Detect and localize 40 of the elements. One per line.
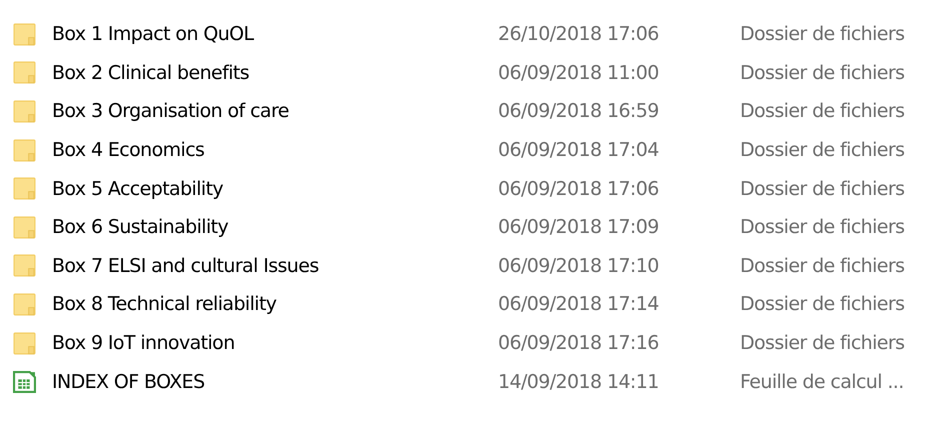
- file-name[interactable]: Box 4 Economics: [52, 139, 498, 162]
- modified-date: 06/09/2018 16:59: [498, 100, 660, 122]
- spreadsheet-icon: [13, 370, 36, 394]
- folder-icon: [13, 216, 36, 239]
- folder-icon: [13, 332, 36, 355]
- file-type: Dossier de fichiers: [740, 23, 906, 46]
- file-name[interactable]: Box 3 Organisation of care: [52, 100, 498, 122]
- modified-date: 06/09/2018 17:10: [498, 254, 660, 277]
- file-type: Dossier de fichiers: [740, 254, 906, 277]
- file-type: Dossier de fichiers: [740, 216, 906, 238]
- file-name[interactable]: Box 6 Sustainability: [52, 216, 498, 238]
- folder-icon: [13, 138, 36, 162]
- folder-icon: [13, 292, 36, 316]
- file-name[interactable]: Box 5 Acceptability: [52, 178, 498, 200]
- file-type: Dossier de fichiers: [740, 293, 906, 316]
- folder-icon: [13, 100, 36, 123]
- file-name[interactable]: Box 1 Impact on QuOL: [52, 23, 498, 46]
- modified-date: 06/09/2018 17:06: [498, 178, 660, 200]
- file-type: Dossier de fichiers: [740, 332, 906, 354]
- file-type: Feuille de calcul ...: [740, 370, 905, 393]
- file-name[interactable]: Box 8 Technical reliability: [52, 293, 498, 316]
- folder-icon: [13, 254, 36, 278]
- modified-date: 06/09/2018 17:09: [498, 216, 660, 238]
- file-type: Dossier de fichiers: [740, 139, 906, 162]
- file-name[interactable]: Box 7 ELSI and cultural Issues: [52, 254, 498, 277]
- folder-icon: [13, 22, 36, 46]
- file-type: Dossier de fichiers: [740, 178, 906, 200]
- modified-date: 06/09/2018 17:04: [498, 139, 660, 162]
- file-name[interactable]: INDEX OF BOXES: [52, 370, 498, 393]
- modified-date: 14/09/2018 14:11: [498, 370, 660, 393]
- modified-date: 06/09/2018 17:14: [498, 293, 660, 316]
- file-name[interactable]: Box 2 Clinical benefits: [52, 62, 498, 84]
- file-name[interactable]: Box 9 IoT innovation: [52, 332, 498, 354]
- file-type: Dossier de fichiers: [740, 62, 906, 84]
- modified-date: 06/09/2018 11:00: [498, 62, 660, 84]
- file-type: Dossier de fichiers: [740, 100, 906, 122]
- modified-date: 26/10/2018 17:06: [498, 23, 660, 46]
- folder-icon: [13, 177, 36, 200]
- folder-icon: [13, 61, 36, 84]
- modified-date: 06/09/2018 17:16: [498, 332, 660, 354]
